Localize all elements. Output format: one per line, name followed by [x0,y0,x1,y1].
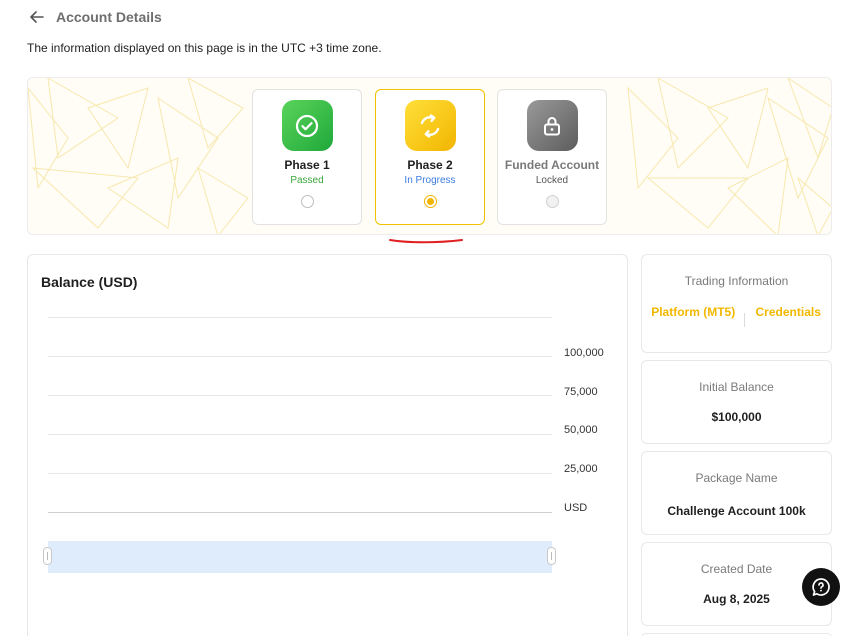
package-card: Package Name Challenge Account 100k [641,451,832,535]
page-header: Account Details [28,6,162,28]
phase-card-3[interactable]: Funded Account Locked [497,89,607,225]
phase-card-2[interactable]: Phase 2 In Progress [375,89,485,225]
phase-radio[interactable] [423,195,437,208]
phase-status: Locked [535,175,569,186]
chat-help-icon [810,576,832,598]
balance-chart-card: Balance (USD) 100,000 75,000 50,000 25,0… [27,254,628,636]
page-title: Account Details [56,9,162,25]
check-circle-icon [281,100,333,151]
phase-name: Phase 1 [284,158,330,172]
phase-name: Funded Account [504,158,600,172]
phase-status: Passed [290,175,324,186]
y-tick-label: 75,000 [564,386,598,398]
y-tick-label: 100,000 [564,347,604,359]
chart-brush-range[interactable] [48,541,552,573]
y-axis-unit-label: USD [564,502,587,514]
trading-info-card: Trading Information Platform (MT5) Crede… [641,254,832,353]
phase-status: In Progress [404,175,456,186]
brush-handle-left[interactable] [43,547,52,565]
phase-name: Phase 2 [407,158,453,172]
support-chat-button[interactable] [802,568,840,606]
phase-card-1[interactable]: Phase 1 Passed [252,89,362,225]
package-label: Package Name [695,471,778,485]
balance-chart: 100,000 75,000 50,000 25,000 USD [48,317,604,514]
created-date-label: Created Date [700,562,773,576]
gridlines [48,317,552,474]
timezone-note: The information displayed on this page i… [27,41,382,55]
y-tick-label: 25,000 [564,463,598,475]
lock-icon [526,100,578,151]
arrow-left-icon[interactable] [28,8,46,26]
refresh-icon [404,100,456,151]
trading-info-label: Trading Information [684,274,789,288]
initial-balance-value: $100,000 [711,410,762,424]
phase-radio[interactable] [300,195,314,208]
initial-balance-card: Initial Balance $100,000 [641,360,832,444]
package-value: Challenge Account 100k [667,504,806,518]
y-tick-label: 50,000 [564,424,598,436]
platform-link[interactable]: Platform (MT5) [642,303,744,321]
brush-handle-right[interactable] [547,547,556,565]
phase-radio[interactable] [545,195,559,208]
initial-balance-label: Initial Balance [699,380,774,394]
trading-info-links: Platform (MT5) Credentials [642,303,831,327]
credentials-link[interactable]: Credentials [745,303,831,321]
red-underline-annotation [389,239,463,244]
phase-panel: Phase 1 Passed Phase 2 In Progress Funde… [27,77,832,235]
